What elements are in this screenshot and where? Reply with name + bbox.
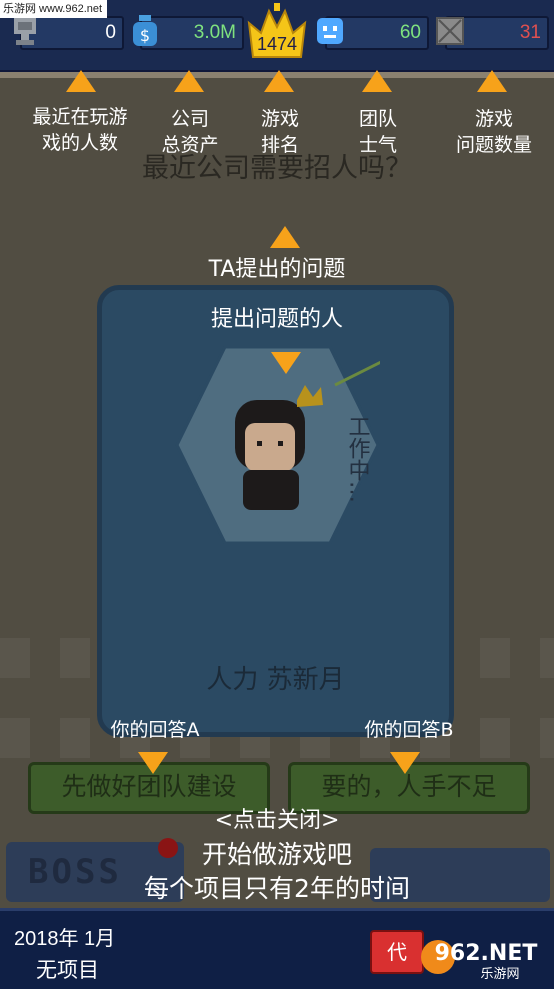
arrow-up-icon [362,70,392,92]
arrow-down-icon [390,752,420,774]
two-years-hint: 每个项目只有2年的时间 [144,874,410,903]
arrow-up-icon [270,226,300,248]
players-value: 0 [105,22,116,43]
arrow-down-icon [138,752,168,774]
players-annotation: 最近在玩游 戏的人数 [32,106,128,154]
portrait-hexagon: 工作中… [175,345,380,545]
watermark-logo: 962.NET 乐游网 [421,940,538,982]
arrow-up-icon [66,70,96,92]
answer-b-annotation: 你的回答B [364,719,454,741]
answer-a-annotation: 你的回答A [110,719,200,741]
svg-text:$: $ [140,26,150,45]
morale-stat[interactable]: 60 [317,16,429,50]
issues-value: 31 [519,22,541,43]
smiley-icon [317,18,343,44]
rank-value: 1474 [256,34,298,54]
rank-annotation: 游戏 排名 [260,108,299,156]
money-bag-icon: $ [133,15,157,46]
watermark-text: 乐游网 www.962.net [0,0,107,18]
arrow-down-icon [271,352,301,374]
question-annotation: TA提出的问题 [208,257,346,282]
start-game-hint: 开始做游戏吧 [201,840,352,869]
crossed-box-icon [436,17,464,45]
dai-button[interactable]: 代 [370,930,424,974]
assets-value: 3.0M [193,22,236,43]
asker-annotation: 提出问题的人 [210,307,343,332]
issues-annotation: 游戏 问题数量 [455,108,532,156]
svg-text:乐游网: 乐游网 [480,967,519,982]
morale-annotation: 团队 士气 [358,108,397,156]
players-stat[interactable]: 0 [14,16,124,50]
morale-value: 60 [399,22,421,43]
issues-stat[interactable]: 31 [436,16,549,50]
arrow-up-icon [477,70,507,92]
assets-annotation: 公司 总资产 [161,108,219,156]
current-project: 无项目 [36,958,99,982]
arrow-up-icon [264,70,294,92]
tap-close-hint[interactable]: <点击关闭> [0,808,554,834]
assets-stat[interactable]: $ 3.0M [133,15,244,50]
rank-stat[interactable]: 1474 [247,3,307,59]
current-date: 2018年 1月 [14,928,116,950]
speaker-name: 人力 苏新月 [206,665,345,695]
portrait-tag: 工作中… [345,415,371,503]
svg-text:962.NET: 962.NET [435,941,538,966]
arrow-up-icon [174,70,204,92]
